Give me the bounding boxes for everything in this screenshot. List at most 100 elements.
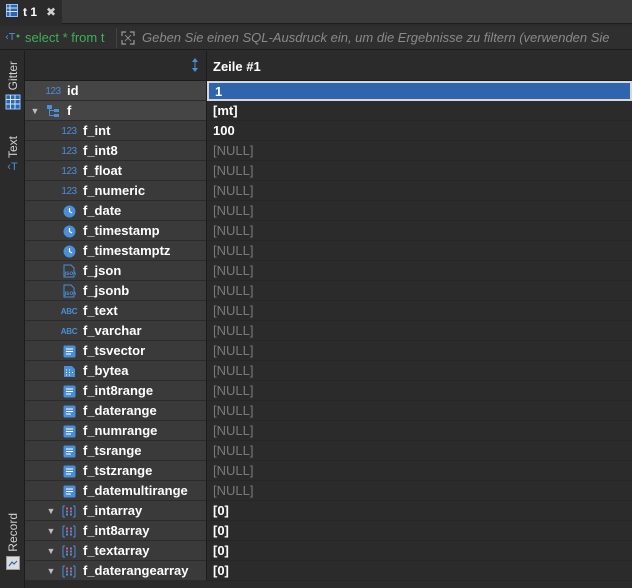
row-header-cell[interactable]: f_date (25, 201, 207, 221)
column-name-label: f_numeric (83, 183, 146, 198)
document-icon (61, 344, 77, 358)
table-row[interactable]: f_date [NULL] (25, 201, 632, 221)
row-header-cell[interactable]: 123 f_int (25, 121, 207, 141)
row-header-cell[interactable]: f_timestamptz (25, 241, 207, 261)
column-name-label: f_numrange (83, 423, 158, 438)
value-cell[interactable]: [NULL] (207, 241, 632, 261)
row-header-cell[interactable]: f_timestamp (25, 221, 207, 241)
table-row[interactable]: f_tstzrange [NULL] (25, 461, 632, 481)
value-cell[interactable]: [NULL] (207, 281, 632, 301)
chevron-down-icon[interactable]: ▼ (45, 526, 57, 536)
table-row[interactable]: ABC f_text [NULL] (25, 301, 632, 321)
row-header-cell[interactable]: JSON f_jsonb (25, 281, 207, 301)
row-header-cell[interactable]: ABC f_text (25, 301, 207, 321)
close-icon[interactable]: ✖ (46, 5, 56, 19)
row-header-cell[interactable]: f_daterange (25, 401, 207, 421)
row-header-cell[interactable]: ▼ f_intarray (25, 501, 207, 521)
table-row[interactable]: f_datemultirange [NULL] (25, 481, 632, 501)
value-cell[interactable]: [NULL] (207, 161, 632, 181)
table-row[interactable]: f_tsrange [NULL] (25, 441, 632, 461)
table-row[interactable]: f_bytea [NULL] (25, 361, 632, 381)
table-row[interactable]: ▼ f_int8array [0] (25, 521, 632, 541)
value-cell[interactable]: [NULL] (207, 221, 632, 241)
table-row[interactable]: ▼ f_textarray [0] (25, 541, 632, 561)
table-row[interactable]: f_numrange [NULL] (25, 421, 632, 441)
table-row[interactable]: 123 f_int8 [NULL] (25, 141, 632, 161)
table-row[interactable]: 123 id 1 (25, 81, 632, 101)
table-row[interactable]: f_timestamptz [NULL] (25, 241, 632, 261)
table-row[interactable]: 123 f_float [NULL] (25, 161, 632, 181)
value-cell[interactable]: [0] (207, 501, 632, 521)
row-header-cell[interactable]: f_tsrange (25, 441, 207, 461)
value-cell[interactable]: [NULL] (207, 421, 632, 441)
row-header-cell[interactable]: f_tsvector (25, 341, 207, 361)
value-cell[interactable]: [mt] (207, 101, 632, 121)
value-cell[interactable]: [NULL] (207, 201, 632, 221)
tab-record[interactable]: Record (2, 513, 23, 573)
table-row[interactable]: f_daterange [NULL] (25, 401, 632, 421)
value-cell[interactable]: [NULL] (207, 361, 632, 381)
table-row[interactable]: f_int8range [NULL] (25, 381, 632, 401)
table-row[interactable]: ABC f_varchar [NULL] (25, 321, 632, 341)
table-row[interactable]: 123 f_int 100 (25, 121, 632, 141)
array-icon (61, 504, 77, 518)
numeric-icon: 123 (61, 185, 77, 197)
value-cell[interactable]: [NULL] (207, 481, 632, 501)
value-cell[interactable]: [NULL] (207, 381, 632, 401)
value-cell[interactable]: [NULL] (207, 341, 632, 361)
row-header-cell[interactable]: ▼ f_int8array (25, 521, 207, 541)
row-header-cell[interactable]: f_int8range (25, 381, 207, 401)
value-cell[interactable]: [0] (207, 541, 632, 561)
row-header-cell[interactable]: f_tstzrange (25, 461, 207, 481)
column-name-label: f_timestamp (83, 223, 160, 238)
value-cell[interactable]: [0] (207, 561, 632, 581)
tab-t1[interactable]: t 1 ✖ (0, 0, 62, 24)
row-header-cell[interactable]: 123 f_float (25, 161, 207, 181)
row-header-cell[interactable]: f_numrange (25, 421, 207, 441)
column-name-label: f_float (83, 163, 122, 178)
table-row[interactable]: ▼ f [mt] (25, 101, 632, 121)
column-header[interactable]: Zeile #1 (207, 51, 632, 81)
binary-icon (61, 364, 77, 378)
tab-text[interactable]: Text ‹T (2, 136, 23, 173)
table-row[interactable]: 123 f_numeric [NULL] (25, 181, 632, 201)
chevron-down-icon[interactable]: ▼ (45, 546, 57, 556)
value-cell[interactable]: [NULL] (207, 141, 632, 161)
value-cell[interactable]: [NULL] (207, 441, 632, 461)
filter-history[interactable]: ‹T select * from t (0, 26, 116, 49)
column-name-label: f_int8range (83, 383, 154, 398)
sort-header[interactable] (25, 51, 207, 81)
row-header-cell[interactable]: f_bytea (25, 361, 207, 381)
chevron-down-icon[interactable]: ▼ (45, 566, 57, 576)
row-header-cell[interactable]: ▼ f (25, 101, 207, 121)
value-cell[interactable]: [NULL] (207, 301, 632, 321)
table-row[interactable]: JSON f_jsonb [NULL] (25, 281, 632, 301)
row-header-cell[interactable]: ABC f_varchar (25, 321, 207, 341)
value-cell[interactable]: [NULL] (207, 321, 632, 341)
table-row[interactable]: f_tsvector [NULL] (25, 341, 632, 361)
value-cell[interactable]: [NULL] (207, 401, 632, 421)
table-row[interactable]: JSON f_json [NULL] (25, 261, 632, 281)
value-cell[interactable]: [NULL] (207, 261, 632, 281)
row-header-cell[interactable]: 123 f_numeric (25, 181, 207, 201)
row-header-cell[interactable]: ▼ f_textarray (25, 541, 207, 561)
row-header-cell[interactable]: 123 id (25, 81, 207, 101)
tab-grid[interactable]: Gitter (2, 61, 23, 113)
row-header-cell[interactable]: f_datemultirange (25, 481, 207, 501)
row-header-cell[interactable]: JSON f_json (25, 261, 207, 281)
row-header-cell[interactable]: 123 f_int8 (25, 141, 207, 161)
table-row[interactable]: ▼ f_daterangearray [0] (25, 561, 632, 581)
value-cell[interactable]: [NULL] (207, 181, 632, 201)
table-row[interactable]: f_timestamp [NULL] (25, 221, 632, 241)
selected-value-cell[interactable]: 1 (207, 81, 632, 101)
row-header-cell[interactable]: ▼ f_daterangearray (25, 561, 207, 581)
value-cell[interactable]: [NULL] (207, 461, 632, 481)
expand-toggle-icon[interactable]: ▼ (29, 106, 41, 116)
table-row[interactable]: ▼ f_intarray [0] (25, 501, 632, 521)
column-name-label: f (67, 103, 72, 118)
value-cell[interactable]: 100 (207, 121, 632, 141)
filter-input[interactable]: Geben Sie einen SQL-Ausdruck ein, um die… (138, 26, 632, 49)
chevron-down-icon[interactable]: ▼ (45, 506, 57, 516)
value-cell[interactable]: [0] (207, 521, 632, 541)
expand-icon[interactable] (116, 27, 138, 48)
